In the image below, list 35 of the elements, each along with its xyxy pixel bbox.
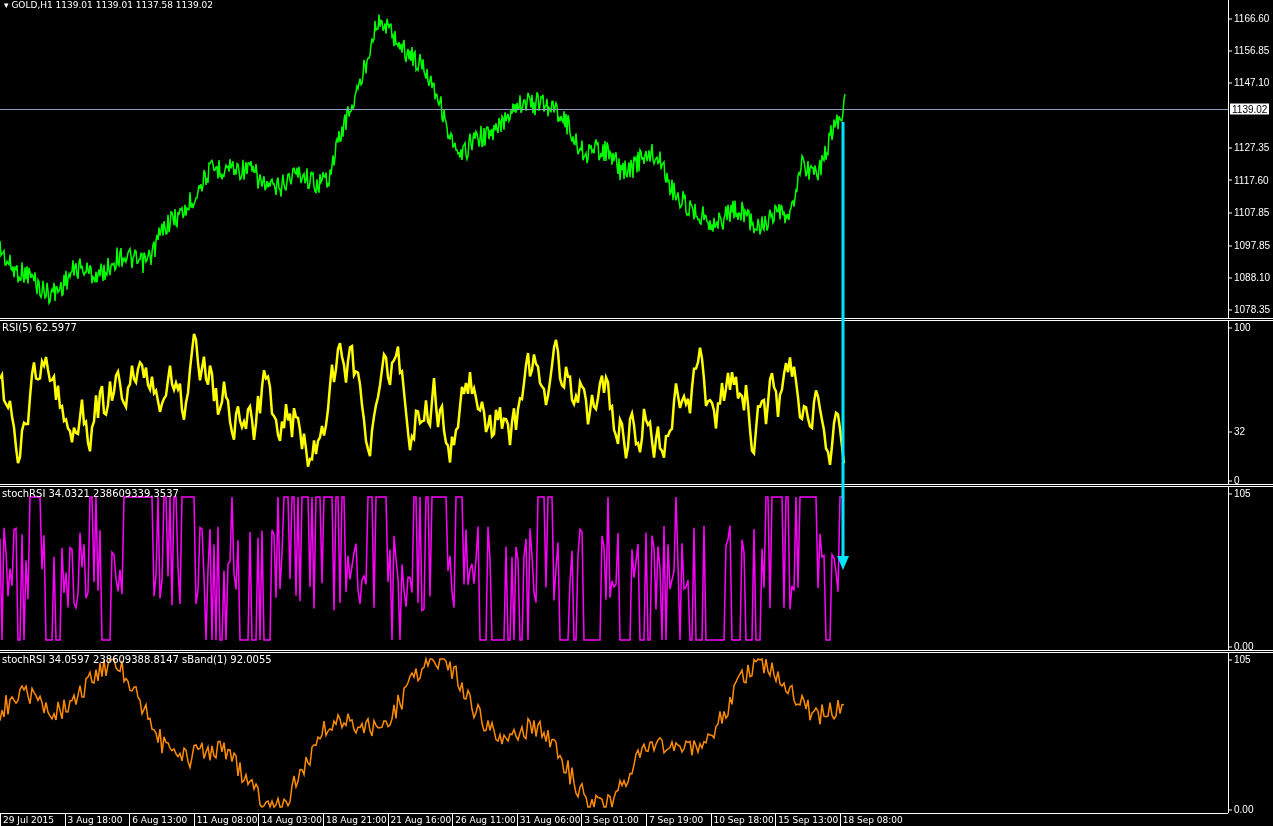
chart-title: ▾ GOLD,H1 1139.01 1139.01 1137.58 1139.02 (4, 0, 214, 10)
time-axis-label: 6 Aug 13:00 (129, 814, 194, 826)
time-axis-label: 11 Aug 08:00 (193, 814, 259, 826)
axis-tick-label: 1097.85 (1229, 239, 1271, 251)
axis-tick-label: 0.00 (1229, 803, 1254, 815)
indicator-label: stochRSI 34.0597 238609388.8147 sBand(1) 92.0055 (2, 654, 272, 665)
time-axis-label: 18 Aug 21:00 (322, 814, 388, 826)
time-axis-label: 29 Jul 2015 (0, 814, 65, 826)
time-axis-label: 14 Aug 03:00 (258, 814, 323, 826)
axis-tick-label: 1078.35 (1229, 303, 1271, 315)
axis-tick-label: 1117.60 (1229, 174, 1269, 186)
time-axis-label: 31 Aug 06:00 (516, 814, 582, 826)
axis-tick-label: 1147.10 (1229, 76, 1270, 88)
indicator-label: stochRSI 34.0321 238609339.3537 (2, 488, 179, 499)
time-axis-label: 10 Sep 18:00 (710, 814, 776, 826)
time-axis-label: 7 Sep 19:00 (645, 814, 711, 826)
time-axis-label: 26 Aug 11:00 (452, 814, 517, 826)
axis-tick-label: 0.00 (1229, 640, 1254, 652)
time-axis-label: 18 Sep 08:00 (839, 814, 905, 826)
axis-tick-label: 1156.85 (1229, 44, 1270, 56)
axis-tick-label: 32 (1229, 425, 1246, 437)
time-axis-label: 3 Aug 18:00 (64, 814, 130, 826)
axis-tick-label: 105 (1229, 653, 1251, 665)
axis-tick-label: 1107.85 (1229, 206, 1270, 218)
time-axis-label: 3 Sep 01:00 (581, 814, 646, 826)
indicator-label: RSI(5) 62.5977 (2, 322, 77, 333)
current-price-label: 1139.02 (1230, 103, 1270, 115)
axis-tick-label: 1088.10 (1229, 271, 1271, 283)
time-axis-label: 21 Aug 16:00 (387, 814, 453, 826)
time-axis-label: 15 Sep 13:00 (775, 814, 840, 826)
axis-tick-label: 1166.60 (1229, 12, 1270, 24)
axis-tick-label: 105 (1229, 487, 1251, 499)
axis-tick-label: 1127.35 (1229, 141, 1270, 153)
axis-tick-label: 0 (1229, 474, 1240, 486)
axis-tick-label: 100 (1229, 321, 1251, 333)
